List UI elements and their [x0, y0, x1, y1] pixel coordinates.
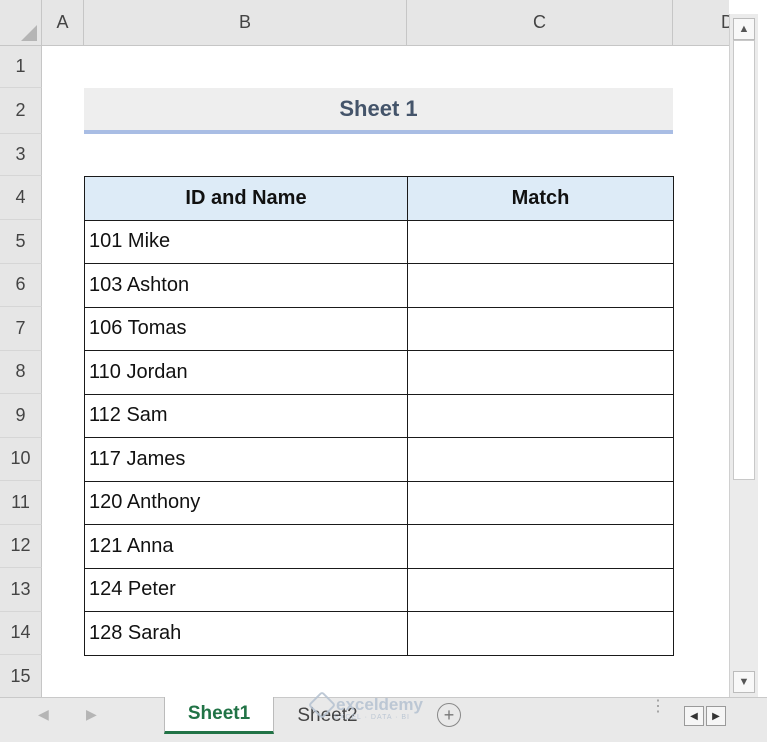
cell-id-name[interactable]: 103 Ashton [84, 263, 408, 308]
exceldemy-logo-icon [307, 690, 337, 720]
cell-match[interactable] [407, 437, 674, 482]
cell-match[interactable] [407, 524, 674, 569]
row-header-10[interactable]: 10 [0, 437, 42, 481]
select-all-corner[interactable] [0, 0, 42, 46]
cell-match[interactable] [407, 480, 674, 525]
watermark-tagline: EXCEL · DATA · BI [334, 714, 410, 721]
row-header-6[interactable]: 6 [0, 263, 42, 307]
row-header-14[interactable]: 14 [0, 611, 42, 655]
exceldemy-watermark: exceldemy EXCEL · DATA · BI [307, 690, 423, 721]
table-row: 120 Anthony [84, 480, 674, 525]
table-row: 103 Ashton [84, 263, 674, 308]
row-header-4[interactable]: 4 [0, 176, 42, 220]
column-header-c[interactable]: C [407, 0, 673, 46]
plus-icon: + [443, 704, 455, 725]
cell-match[interactable] [407, 567, 674, 612]
table-row: 124 Peter [84, 567, 674, 612]
cell-id-name[interactable]: 120 Anthony [84, 480, 408, 525]
chevron-up-icon: ▲ [738, 23, 750, 35]
row-header-11[interactable]: 11 [0, 481, 42, 525]
row-header-12[interactable]: 12 [0, 524, 42, 568]
row-header-5[interactable]: 5 [0, 220, 42, 264]
cell-match[interactable] [407, 350, 674, 395]
scrollbar-thumb[interactable] [733, 40, 755, 480]
cell-id-name[interactable]: 128 Sarah [84, 611, 408, 656]
cell-match[interactable] [407, 611, 674, 656]
cell-match[interactable] [407, 393, 674, 438]
tab-sheet1[interactable]: Sheet1 [164, 697, 274, 734]
cell-id-name[interactable]: 112 Sam [84, 393, 408, 438]
cell-id-name[interactable]: 117 James [84, 437, 408, 482]
row-header-13[interactable]: 13 [0, 568, 42, 612]
scroll-up-button[interactable]: ▲ [733, 18, 755, 40]
cell-id-name[interactable]: 110 Jordan [84, 350, 408, 395]
table-row: 117 James [84, 437, 674, 482]
table-row: 128 Sarah [84, 611, 674, 656]
cell-match[interactable] [407, 219, 674, 264]
chevron-down-icon: ▼ [738, 676, 750, 688]
data-table: ID and Name Match 101 Mike 103 Ashton 10… [84, 176, 674, 656]
row-header-3[interactable]: 3 [0, 134, 42, 176]
row-header-1[interactable]: 1 [0, 46, 42, 88]
hscroll-right-button[interactable]: ▶ [706, 706, 726, 726]
cell-id-name[interactable]: 124 Peter [84, 567, 408, 612]
row-header-9[interactable]: 9 [0, 394, 42, 438]
column-header-d[interactable]: D [673, 0, 729, 46]
header-match[interactable]: Match [407, 176, 674, 221]
chevron-right-icon: ▶ [712, 710, 720, 722]
header-id-and-name[interactable]: ID and Name [84, 176, 408, 221]
table-header-row: ID and Name Match [84, 176, 674, 221]
cell-id-name[interactable]: 106 Tomas [84, 306, 408, 351]
tab-next-icon[interactable]: ▶ [86, 706, 97, 723]
table-row: 121 Anna [84, 524, 674, 569]
table-row: 101 Mike [84, 219, 674, 264]
tab-prev-icon[interactable]: ◀ [38, 706, 49, 723]
chevron-left-icon: ◀ [690, 710, 698, 722]
table-row: 106 Tomas [84, 306, 674, 351]
row-header-15[interactable]: 15 [0, 655, 42, 697]
cell-match[interactable] [407, 306, 674, 351]
hscroll-left-button[interactable]: ◀ [684, 706, 704, 726]
table-row: 112 Sam [84, 393, 674, 438]
row-header-7[interactable]: 7 [0, 307, 42, 351]
table-row: 110 Jordan [84, 350, 674, 395]
scroll-down-button[interactable]: ▼ [733, 671, 755, 693]
row-header-8[interactable]: 8 [0, 350, 42, 394]
cell-match[interactable] [407, 263, 674, 308]
column-header-b[interactable]: B [84, 0, 407, 46]
cell-id-name[interactable]: 121 Anna [84, 524, 408, 569]
add-sheet-button[interactable]: + [437, 703, 461, 727]
watermark-name: exceldemy [336, 695, 423, 714]
row-header-2[interactable]: 2 [0, 88, 42, 134]
cell-id-name[interactable]: 101 Mike [84, 219, 408, 264]
more-options-icon[interactable]: ⋮ [650, 699, 666, 715]
column-header-a[interactable]: A [42, 0, 84, 46]
sheet-title[interactable]: Sheet 1 [84, 88, 673, 134]
